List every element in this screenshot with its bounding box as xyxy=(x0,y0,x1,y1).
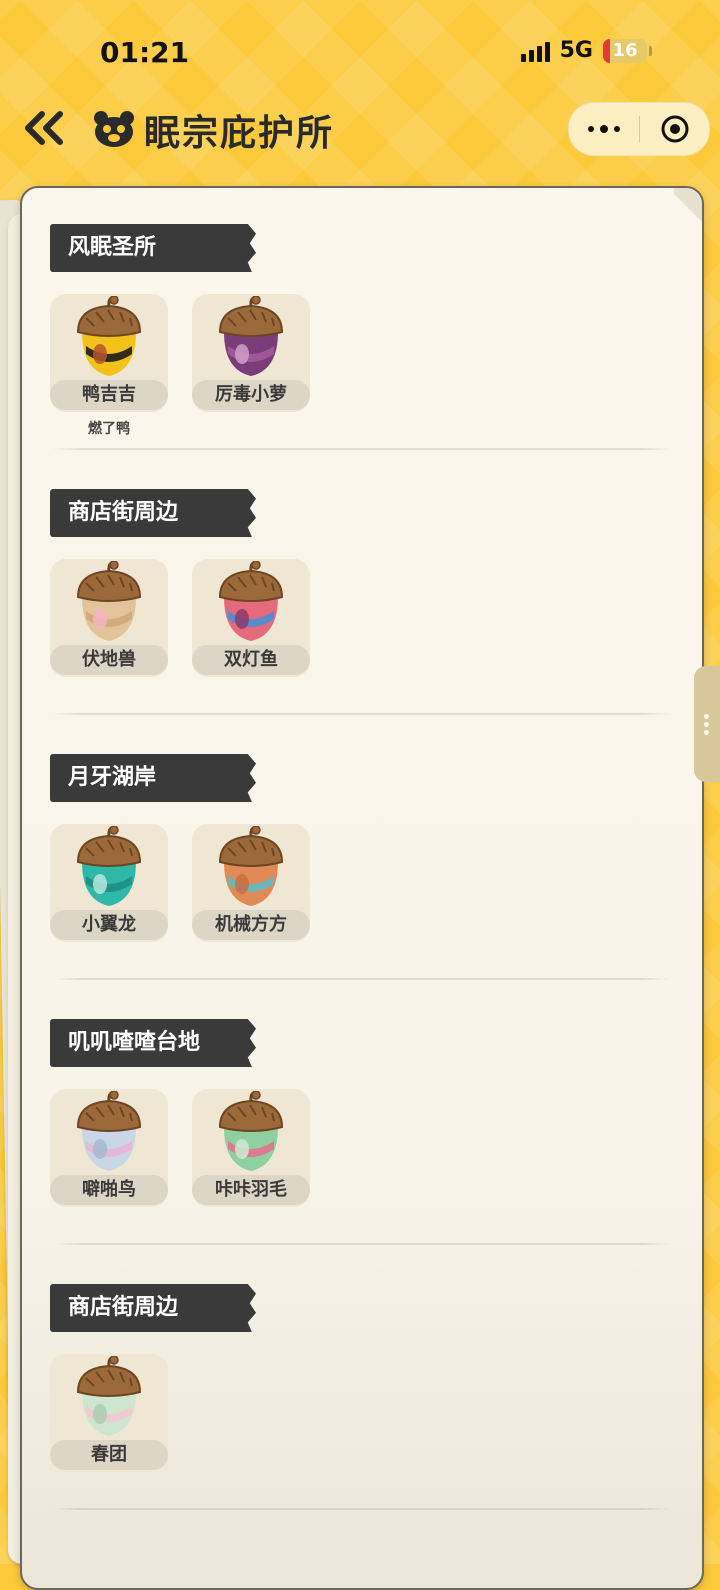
page-title: 眠宗庇护所 xyxy=(144,113,335,154)
battery-tip xyxy=(649,45,652,56)
creature-card-box: 机械方方 xyxy=(192,824,310,942)
acorn-icon xyxy=(76,1356,142,1436)
creature-card[interactable]: 伏地兽 xyxy=(50,559,168,677)
mini-program-capsule xyxy=(568,102,710,156)
acorn-icon xyxy=(76,296,142,376)
creature-card-list: 伏地兽 双灯鱼 xyxy=(50,559,310,677)
header-title-group: 眠宗庇护所 xyxy=(92,104,334,156)
creature-card-list: 小翼龙 机械方方 xyxy=(50,824,310,942)
creature-card[interactable]: 厉毒小萝 xyxy=(192,294,310,438)
double-chevron-left-icon[interactable] xyxy=(22,110,66,146)
creature-card-box: 小翼龙 xyxy=(50,824,168,942)
creature-card[interactable]: 机械方方 xyxy=(192,824,310,942)
creature-name: 春团 xyxy=(50,1440,168,1470)
creature-card[interactable]: 双灯鱼 xyxy=(192,559,310,677)
creature-card-list: 春团 xyxy=(50,1354,168,1472)
acorn-icon xyxy=(218,1091,284,1171)
region-label: 叽叽喳喳台地 xyxy=(50,1019,256,1067)
section-divider xyxy=(52,713,672,715)
creature-name: 厉毒小萝 xyxy=(192,380,310,410)
battery-percent: 16 xyxy=(612,39,638,61)
acorn-icon xyxy=(218,296,284,376)
creature-card-box: 双灯鱼 xyxy=(192,559,310,677)
creature-card[interactable]: 咔咔羽毛 xyxy=(192,1089,310,1207)
creature-name: 机械方方 xyxy=(192,910,310,940)
acorn-icon xyxy=(76,1091,142,1171)
region-label: 月牙湖岸 xyxy=(50,754,256,802)
section-divider xyxy=(52,978,672,980)
more-dots-icon[interactable] xyxy=(569,103,639,155)
target-circle-icon[interactable] xyxy=(640,103,709,155)
creature-name: 咔咔羽毛 xyxy=(192,1175,310,1205)
creature-card-box: 伏地兽 xyxy=(50,559,168,677)
status-indicators: 5G 16 xyxy=(520,38,652,63)
creature-card-box: 春团 xyxy=(50,1354,168,1472)
creature-card-list: 鸭吉吉 燃了鸭 厉毒小萝 xyxy=(50,294,310,438)
page-fold-corner xyxy=(674,188,702,228)
creature-card[interactable]: 噼啪鸟 xyxy=(50,1089,168,1207)
acorn-icon xyxy=(76,561,142,641)
creature-name: 双灯鱼 xyxy=(192,645,310,675)
region-label: 商店街周边 xyxy=(50,489,256,537)
creature-card[interactable]: 鸭吉吉 燃了鸭 xyxy=(50,294,168,438)
creature-subtitle: 燃了鸭 xyxy=(88,421,130,437)
battery-icon: 16 xyxy=(603,38,647,63)
creature-name: 小翼龙 xyxy=(50,910,168,940)
acorn-icon xyxy=(218,561,284,641)
status-time: 01:21 xyxy=(100,36,190,69)
section-divider xyxy=(52,448,672,450)
region-label: 风眠圣所 xyxy=(50,224,256,272)
creature-card[interactable]: 小翼龙 xyxy=(50,824,168,942)
acorn-icon xyxy=(218,826,284,906)
section-divider xyxy=(52,1508,672,1510)
creature-name: 噼啪鸟 xyxy=(50,1175,168,1205)
creature-card[interactable]: 春团 xyxy=(50,1354,168,1472)
creature-card-box: 咔咔羽毛 xyxy=(192,1089,310,1207)
network-type: 5G xyxy=(559,38,593,63)
section-divider xyxy=(52,1243,672,1245)
signal-icon xyxy=(520,40,550,62)
region-label: 商店街周边 xyxy=(50,1284,256,1332)
creature-card-box: 噼啪鸟 xyxy=(50,1089,168,1207)
acorn-icon xyxy=(76,826,142,906)
side-drawer-handle[interactable] xyxy=(694,666,720,782)
creature-card-box: 厉毒小萝 xyxy=(192,294,310,412)
creature-name: 伏地兽 xyxy=(50,645,168,675)
sanctuary-list-panel: 风眠圣所 鸭吉吉 燃了鸭 厉毒小萝 商店街周边 伏地兽 双灯鱼 月牙湖岸 小翼龙… xyxy=(20,186,704,1590)
creature-card-list: 噼啪鸟 咔咔羽毛 xyxy=(50,1089,310,1207)
bear-face-icon xyxy=(92,108,136,152)
creature-name: 鸭吉吉 xyxy=(50,380,168,410)
creature-card-box: 鸭吉吉 xyxy=(50,294,168,412)
